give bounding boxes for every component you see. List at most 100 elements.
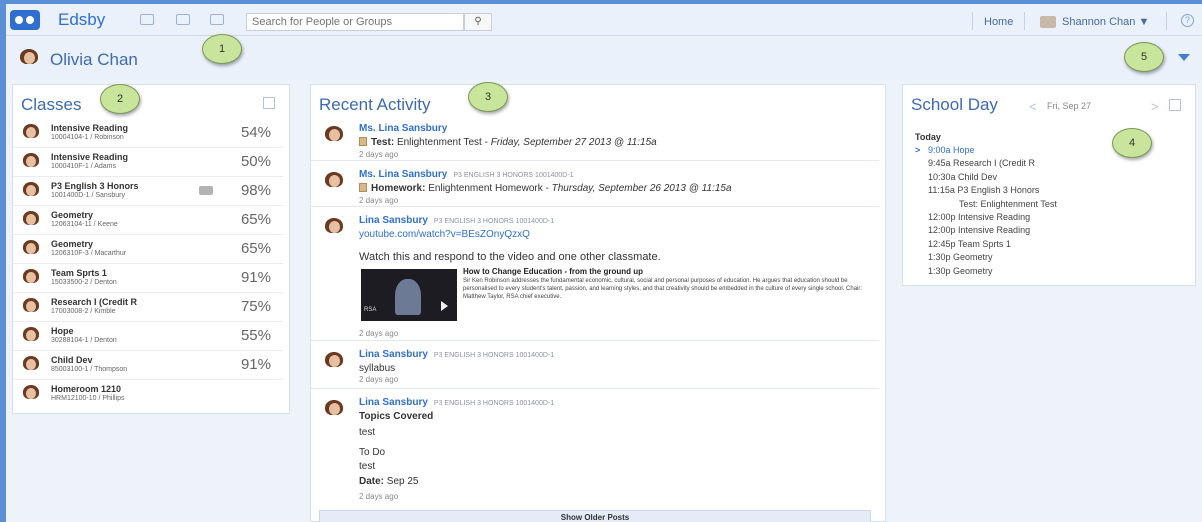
next-day-icon[interactable]: > xyxy=(1151,99,1159,114)
class-row[interactable]: Homeroom 1210 HRM12100-10 / Phillips xyxy=(13,380,283,409)
author-avatar[interactable] xyxy=(323,171,345,193)
post-message: syllabus xyxy=(359,363,396,374)
class-grade: 55% xyxy=(240,327,271,344)
class-code: 12063104-11 / Keene xyxy=(51,221,118,228)
class-name[interactable]: Geometry xyxy=(51,210,93,220)
topics-value: test xyxy=(359,427,376,438)
school-day-panel: School Day < Fri, Sep 27 > Today >9:00a … xyxy=(902,84,1196,286)
class-name[interactable]: Research I (Credit R xyxy=(51,297,137,307)
class-grade: 65% xyxy=(240,240,271,257)
profile-menu-caret-icon[interactable] xyxy=(1178,54,1190,61)
prev-day-icon[interactable]: < xyxy=(1029,99,1037,114)
divider xyxy=(1166,12,1167,30)
class-name[interactable]: Intensive Reading xyxy=(51,152,128,162)
teacher-avatar xyxy=(21,239,41,259)
user-name: Shannon Chan ▼ xyxy=(1062,16,1150,28)
teacher-avatar xyxy=(21,123,41,143)
class-row[interactable]: Hope 30288104-1 / Denton 55% xyxy=(13,322,283,351)
post-class: P3 ENGLISH 3 HONORS 1001400D-1 xyxy=(433,400,555,407)
home-link[interactable]: Home xyxy=(984,16,1013,28)
post-message: Watch this and respond to the video and … xyxy=(359,251,661,263)
classes-title: Classes xyxy=(21,95,82,114)
post-class: P3 ENGLISH 3 HONORS 1001400D-1 xyxy=(433,352,555,359)
post-author[interactable]: Ms. Lina Sansbury xyxy=(359,123,447,134)
activity-post[interactable]: Lina Sansbury P3 ENGLISH 3 HONORS 1001400… xyxy=(311,209,879,341)
search-input[interactable] xyxy=(246,13,464,31)
classes-panel: Classes Intensive Reading 10004104-1 / Ro… xyxy=(12,84,290,414)
class-row[interactable]: Geometry 1206310F-3 / Macarthur 65% xyxy=(13,235,283,264)
post-timestamp: 2 days ago xyxy=(359,196,399,205)
expand-icon[interactable] xyxy=(263,97,275,109)
schedule-text: 1:30p Geometry xyxy=(928,252,993,263)
activity-post[interactable]: Ms. Lina Sansbury P3 ENGLISH 3 HONORS 100… xyxy=(311,163,879,207)
schedule-text: 1:30p Geometry xyxy=(928,265,993,276)
class-code: 17003008-2 / Kimble xyxy=(51,308,116,315)
callout-2: 2 xyxy=(100,84,140,114)
schedule-text: 9:00a Hope xyxy=(928,145,975,155)
assignment-icon xyxy=(359,183,367,192)
callout-4: 4 xyxy=(1112,128,1152,158)
teacher-avatar xyxy=(21,384,41,404)
post-author[interactable]: Lina Sansbury P3 ENGLISH 3 HONORS 1001400… xyxy=(359,215,554,226)
divider xyxy=(1024,12,1025,30)
video-thumb-label: RSA xyxy=(364,307,377,313)
class-name[interactable]: P3 English 3 Honors xyxy=(51,181,139,191)
student-name[interactable]: Olivia Chan xyxy=(50,50,138,70)
class-code: 1001400D-1 / Sansbury xyxy=(51,192,125,199)
callout-5: 5 xyxy=(1124,42,1164,72)
video-link[interactable]: youtube.com/watch?v=BEsZOnyQzxQ xyxy=(359,229,530,240)
post-class: P3 ENGLISH 3 HONORS 1001400D-1 xyxy=(453,172,574,179)
activity-post[interactable]: Ms. Lina Sansbury Test: Enlightenment Te… xyxy=(311,117,879,161)
class-row[interactable]: Intensive Reading 10004104-1 / Robinson 54… xyxy=(13,119,283,148)
post-author[interactable]: Ms. Lina Sansbury P3 ENGLISH 3 HONORS 100… xyxy=(359,169,574,180)
class-name[interactable]: Geometry xyxy=(51,239,93,249)
post-timestamp: 2 days ago xyxy=(359,150,399,159)
class-row[interactable]: P3 English 3 Honors 1001400D-1 / Sansbury… xyxy=(13,177,283,206)
post-author[interactable]: Lina Sansbury P3 ENGLISH 3 HONORS 1001400… xyxy=(359,397,554,408)
post-timestamp: 2 days ago xyxy=(359,329,399,338)
post-author[interactable]: Lina Sansbury P3 ENGLISH 3 HONORS 1001400… xyxy=(359,349,554,360)
class-name[interactable]: Homeroom 1210 xyxy=(51,384,121,394)
class-row[interactable]: Child Dev 85003100-1 / Thompson 91% xyxy=(13,351,283,380)
class-row[interactable]: Research I (Credit R 17003008-2 / Kimble 7… xyxy=(13,293,283,322)
author-avatar[interactable] xyxy=(323,125,345,147)
brand-name[interactable]: Edsby xyxy=(58,10,105,30)
author-avatar[interactable] xyxy=(323,399,345,421)
help-icon[interactable]: ? xyxy=(1181,14,1194,27)
class-grade: 98% xyxy=(240,182,271,199)
expand-icon[interactable] xyxy=(1169,99,1181,111)
teacher-avatar xyxy=(21,355,41,375)
user-menu[interactable]: Shannon Chan ▼ xyxy=(1040,12,1149,32)
video-thumbnail[interactable]: RSA xyxy=(361,269,457,321)
messages-icon[interactable] xyxy=(140,14,154,25)
current-period-icon: > xyxy=(915,145,921,155)
class-name[interactable]: Child Dev xyxy=(51,355,93,365)
class-name[interactable]: Team Sprts 1 xyxy=(51,268,107,278)
class-code: 30288104-1 / Denton xyxy=(51,337,117,344)
author-avatar[interactable] xyxy=(323,351,345,373)
schedule-text: 10:30a Child Dev xyxy=(928,171,998,182)
compose-icon[interactable] xyxy=(176,14,190,25)
author-avatar[interactable] xyxy=(323,217,345,239)
activity-post[interactable]: Lina Sansbury P3 ENGLISH 3 HONORS 1001400… xyxy=(311,391,879,507)
student-avatar[interactable] xyxy=(18,48,40,70)
class-row[interactable]: Intensive Reading 1000410F-1 / Adams 50% xyxy=(13,148,283,177)
edsby-logo-icon[interactable] xyxy=(10,10,40,30)
video-title[interactable]: How to Change Education - from the groun… xyxy=(463,267,643,276)
divider xyxy=(972,12,973,30)
class-row[interactable]: Team Sprts 1 15033500-2 / Denton 91% xyxy=(13,264,283,293)
teacher-avatar xyxy=(21,297,41,317)
class-name[interactable]: Intensive Reading xyxy=(51,123,128,133)
search-button[interactable]: ⚲ xyxy=(464,13,492,31)
class-name[interactable]: Hope xyxy=(51,326,74,336)
notification-badge[interactable] xyxy=(199,186,213,195)
class-row[interactable]: Geometry 12063104-11 / Keene 65% xyxy=(13,206,283,235)
video-description: Sir Ken Robinson addresses the fundament… xyxy=(463,278,863,300)
show-older-posts-button[interactable]: Show Older Posts xyxy=(319,510,871,522)
schedule-text: 11:15a P3 English 3 Honors xyxy=(928,185,1040,196)
class-code: 15033500-2 / Denton xyxy=(51,279,117,286)
class-code: 85003100-1 / Thompson xyxy=(51,366,128,373)
calendar-icon[interactable] xyxy=(210,14,224,25)
activity-panel: Recent Activity Ms. Lina Sansbury Test: … xyxy=(310,84,886,522)
activity-post[interactable]: Lina Sansbury P3 ENGLISH 3 HONORS 1001400… xyxy=(311,343,879,389)
